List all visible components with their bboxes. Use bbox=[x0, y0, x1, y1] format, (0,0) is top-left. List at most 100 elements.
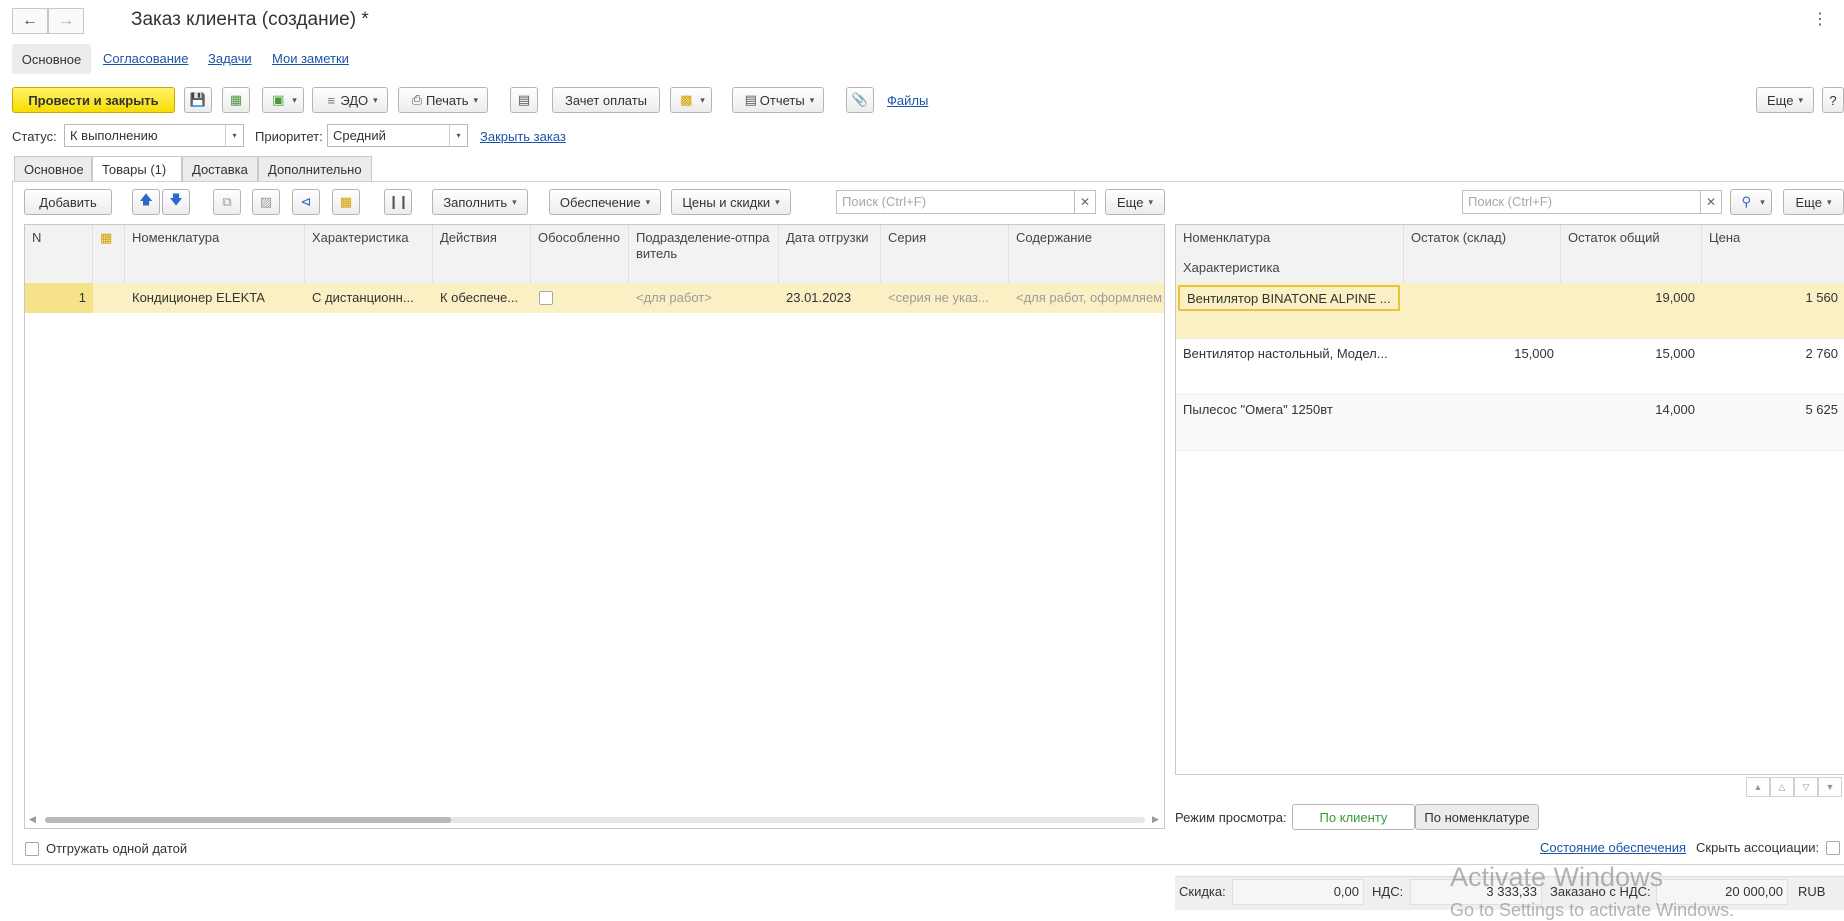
close-order-link[interactable]: Закрыть заказ bbox=[480, 129, 566, 144]
scroll-top-icon[interactable]: ▲ bbox=[1746, 777, 1770, 797]
assoc-row[interactable]: Вентилятор BINATONE ALPINE ... 19,000 1 … bbox=[1176, 283, 1844, 339]
assoc-col-stock-total[interactable]: Остаток общий bbox=[1561, 225, 1702, 283]
col-date[interactable]: Дата отгрузки bbox=[779, 225, 881, 283]
tab-additional[interactable]: Дополнительно bbox=[258, 156, 372, 182]
view-by-item-button[interactable]: По номенклатуре bbox=[1415, 804, 1539, 830]
assoc-row-stock-total: 15,000 bbox=[1655, 346, 1695, 361]
barcode-button[interactable]: ❙❙ bbox=[384, 189, 412, 215]
help-button[interactable]: ? bbox=[1822, 87, 1844, 113]
row-action[interactable]: К обеспече... bbox=[433, 283, 531, 313]
files-link[interactable]: Файлы bbox=[887, 93, 928, 108]
more-button[interactable]: Еще ▾ bbox=[1756, 87, 1814, 113]
supply-state-link[interactable]: Состояние обеспечения bbox=[1540, 840, 1686, 855]
goods-search-input[interactable]: Поиск (Ctrl+F) bbox=[836, 190, 1076, 214]
ship-one-date-label: Отгружать одной датой bbox=[46, 841, 188, 856]
view-by-client-button[interactable]: По клиенту bbox=[1292, 804, 1415, 830]
assoc-row-item[interactable]: Пылесос "Омега" 1250вт bbox=[1176, 395, 1404, 425]
col-division[interactable]: Подразделение-отправитель bbox=[629, 225, 779, 283]
goods-more-button[interactable]: Еще ▾ bbox=[1105, 189, 1165, 215]
fill-button[interactable]: Заполнить ▾ bbox=[432, 189, 528, 215]
attach-button[interactable]: 📎 bbox=[846, 87, 874, 113]
move-up-button[interactable]: 🡅 bbox=[132, 189, 160, 215]
table-row[interactable]: 1 Кондиционер ELEKTA С дистанционн... К … bbox=[25, 283, 1164, 313]
nav-tab-notes[interactable]: Мои заметки bbox=[272, 51, 349, 66]
save-button[interactable]: 💾 bbox=[184, 87, 212, 113]
prices-discounts-button[interactable]: Цены и скидки ▾ bbox=[671, 189, 791, 215]
scroll-bottom-icon[interactable]: ▼ bbox=[1818, 777, 1842, 797]
assoc-more-label: Еще bbox=[1795, 194, 1822, 210]
assoc-more-button[interactable]: Еще ▾ bbox=[1783, 189, 1844, 215]
tab-main[interactable]: Основное bbox=[14, 156, 92, 182]
assoc-search-button[interactable]: ⚲ ▾ bbox=[1730, 189, 1772, 215]
assoc-row-item[interactable]: Вентилятор BINATONE ALPINE ... bbox=[1178, 285, 1400, 311]
row-characteristic[interactable]: С дистанционн... bbox=[305, 283, 433, 313]
nav-tab-approval[interactable]: Согласование bbox=[103, 51, 188, 66]
tab-delivery[interactable]: Доставка bbox=[182, 156, 258, 182]
row-number: 1 bbox=[25, 283, 93, 313]
post-and-close-button[interactable]: Провести и закрыть bbox=[12, 87, 175, 113]
status-dropdown-icon[interactable]: ▾ bbox=[225, 125, 243, 146]
row-separate-checkbox[interactable] bbox=[539, 291, 553, 305]
hide-assoc-checkbox[interactable] bbox=[1826, 841, 1840, 855]
move-down-button[interactable]: 🡇 bbox=[162, 189, 190, 215]
assoc-col-characteristic[interactable]: Характеристика bbox=[1176, 255, 1404, 283]
priority-dropdown-icon[interactable]: ▾ bbox=[449, 125, 467, 146]
print-button[interactable]: ⎙ Печать ▾ bbox=[398, 87, 488, 113]
fill-label: Заполнить bbox=[443, 194, 508, 210]
payment-offset-button[interactable]: Зачет оплаты bbox=[552, 87, 660, 113]
barcode-icon: ❙❙ bbox=[388, 194, 409, 209]
edo-button[interactable]: ≡ ЭДО ▾ bbox=[312, 87, 388, 113]
nav-tab-tasks[interactable]: Задачи bbox=[208, 51, 252, 66]
row-item[interactable]: Кондиционер ELEKTA bbox=[125, 283, 305, 313]
copy-button[interactable]: ⧉ bbox=[213, 189, 241, 215]
row-content[interactable]: <для работ, оформляем bbox=[1009, 283, 1164, 313]
assoc-col-stock-warehouse[interactable]: Остаток (склад) bbox=[1404, 225, 1561, 283]
ship-one-date-checkbox[interactable] bbox=[25, 842, 39, 856]
more-menu-icon[interactable]: ⋮ bbox=[1812, 9, 1828, 29]
status-field[interactable]: К выполнению bbox=[64, 124, 244, 147]
scroll-up-icon[interactable]: △ bbox=[1770, 777, 1794, 797]
col-n[interactable]: N bbox=[25, 225, 93, 283]
assoc-row[interactable]: Вентилятор настольный, Модел... 15,000 1… bbox=[1176, 339, 1844, 395]
paste-button[interactable]: ▨ bbox=[252, 189, 280, 215]
col-item[interactable]: Номенклатура bbox=[125, 225, 305, 283]
row-series[interactable]: <серия не указ... bbox=[881, 283, 1009, 313]
activate-windows-subtext: Go to Settings to activate Windows. bbox=[1450, 900, 1735, 920]
assoc-search-clear-icon[interactable]: ✕ bbox=[1700, 190, 1722, 214]
col-content[interactable]: Содержание bbox=[1009, 225, 1164, 283]
col-action[interactable]: Действия bbox=[433, 225, 531, 283]
assoc-scroll-controls: ▲ △ ▽ ▼ bbox=[1746, 777, 1844, 797]
assoc-col-item[interactable]: Номенклатура bbox=[1176, 225, 1404, 255]
reports-button[interactable]: ▤ Отчеты ▾ bbox=[732, 87, 824, 113]
select-items-button[interactable]: ▦ bbox=[332, 189, 360, 215]
assoc-search-input[interactable]: Поиск (Ctrl+F) bbox=[1462, 190, 1702, 214]
add-row-button[interactable]: Добавить bbox=[24, 189, 112, 215]
scroll-right-icon[interactable]: ▶ bbox=[1152, 814, 1159, 825]
document-list-icon: ▤ bbox=[517, 92, 531, 107]
priority-field[interactable]: Средний bbox=[327, 124, 468, 147]
split-button[interactable]: ⊲ bbox=[292, 189, 320, 215]
journal-button[interactable]: ▤ bbox=[510, 87, 538, 113]
scroll-down-icon[interactable]: ▽ bbox=[1794, 777, 1818, 797]
col-series[interactable]: Серия bbox=[881, 225, 1009, 283]
assoc-row[interactable]: Пылесос "Омега" 1250вт 14,000 5 625 bbox=[1176, 395, 1844, 451]
col-separate[interactable]: Обособленно bbox=[531, 225, 629, 283]
supply-button[interactable]: Обеспечение ▾ bbox=[549, 189, 661, 215]
assoc-row-item[interactable]: Вентилятор настольный, Модел... bbox=[1176, 339, 1404, 369]
tab-goods[interactable]: Товары (1) bbox=[92, 156, 182, 182]
back-button[interactable]: ← bbox=[12, 8, 48, 34]
col-icon[interactable]: ▦ bbox=[93, 225, 125, 283]
row-date[interactable]: 23.01.2023 bbox=[779, 283, 881, 313]
post-button[interactable]: ▦ bbox=[222, 87, 250, 113]
assoc-col-price[interactable]: Цена bbox=[1702, 225, 1844, 283]
attachments-menu-button[interactable]: ▩ ▾ bbox=[670, 87, 712, 113]
col-characteristic[interactable]: Характеристика bbox=[305, 225, 433, 283]
forward-button[interactable]: → bbox=[48, 8, 84, 34]
goods-search-clear-icon[interactable]: ✕ bbox=[1074, 190, 1096, 214]
arrow-left-icon: ← bbox=[22, 12, 38, 29]
create-based-on-button[interactable]: ▣ ▾ bbox=[262, 87, 304, 113]
nav-tab-main[interactable]: Основное bbox=[12, 44, 91, 74]
scroll-left-icon[interactable]: ◀ bbox=[29, 814, 36, 825]
scrollbar-thumb[interactable] bbox=[45, 817, 451, 823]
row-division[interactable]: <для работ> bbox=[629, 283, 779, 313]
